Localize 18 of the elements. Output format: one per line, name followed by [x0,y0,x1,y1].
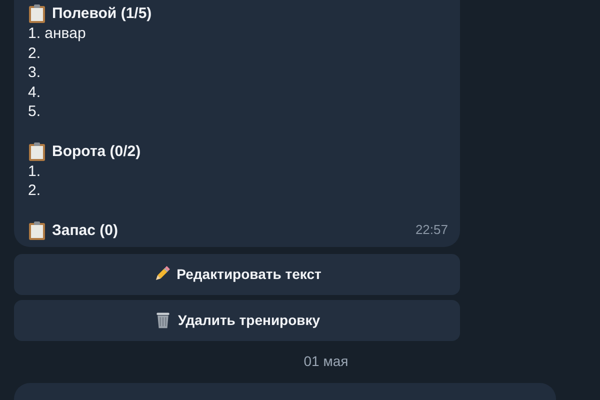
list-entry: 2. [28,181,42,201]
inline-button[interactable]: Редактировать текст [14,254,460,295]
list-entry: 2. [28,44,42,64]
list-entry: 5. [28,102,42,122]
section-title: Запас (0) [52,221,118,241]
list-entry: 1. [28,162,42,182]
clipboard-icon [28,220,46,241]
list-entry: 1. анвар [28,24,87,44]
inline-button[interactable]: Удалить тренировку [14,300,460,341]
date-separator: 01 мая [302,352,350,369]
section-title: Полевой (1/5) [52,4,152,24]
clipboard-icon [28,4,46,24]
section-title: Ворота (0/2) [52,142,141,162]
list-entry: 4. [28,82,42,102]
list-entry: 3. [28,63,42,83]
trash-icon [154,311,172,330]
clipboard-icon [28,142,46,162]
message-time: 22:57 [415,221,448,240]
